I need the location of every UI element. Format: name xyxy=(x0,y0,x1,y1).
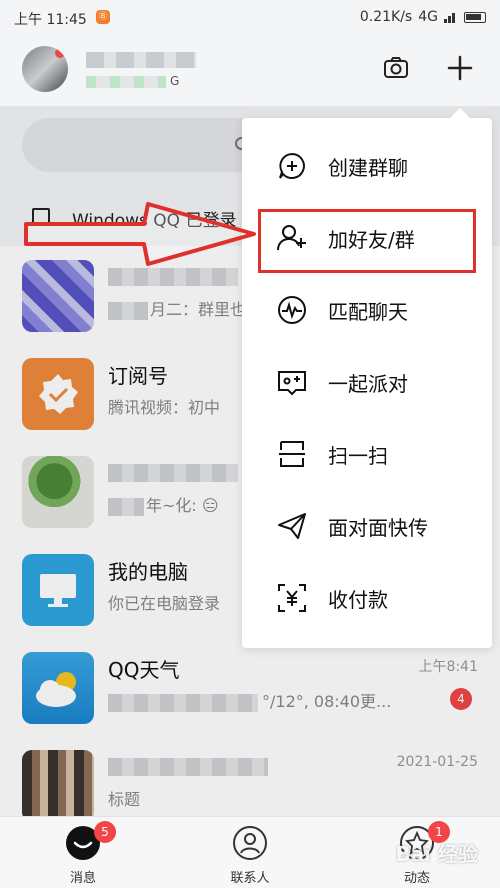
send-icon xyxy=(278,513,306,539)
party-icon xyxy=(278,371,306,396)
tab-label: 联系人 xyxy=(230,871,270,886)
tab-contacts[interactable]: 联系人 xyxy=(195,823,305,886)
plus-icon[interactable] xyxy=(446,54,474,82)
contacts-tab-icon xyxy=(233,826,267,860)
tab-label: 动态 xyxy=(403,871,430,886)
status-time: 上午 11:45 xyxy=(14,12,87,28)
menu-label: 面对面快传 xyxy=(328,516,428,540)
menu-item-create-group[interactable]: 创建群聊 xyxy=(242,130,492,202)
signal-icon xyxy=(444,11,458,23)
tab-messages[interactable]: 5 消息 xyxy=(28,821,138,886)
my-avatar[interactable] xyxy=(22,46,68,92)
match-chat-icon xyxy=(278,296,306,324)
header: G xyxy=(0,34,500,106)
menu-item-payment[interactable]: 收付款 xyxy=(242,562,492,634)
battery-icon xyxy=(464,11,486,23)
menu-item-face-to-face[interactable]: 面对面快传 xyxy=(242,490,492,562)
status-right: 0.21K/s 4G xyxy=(360,9,486,25)
payment-icon xyxy=(278,584,306,612)
status-bar: 上午 11:45 Ⓑ 0.21K/s 4G xyxy=(0,0,500,34)
camera-icon[interactable] xyxy=(382,54,410,82)
watermark: Bai 经验 xyxy=(395,842,478,866)
messages-badge: 5 xyxy=(94,821,116,843)
menu-item-match-chat[interactable]: 匹配聊天 xyxy=(242,274,492,346)
menu-label: 扫一扫 xyxy=(328,444,388,468)
annotation-arrow xyxy=(24,202,256,266)
annotation-highlight-box xyxy=(258,209,476,273)
network-type: 4G xyxy=(418,9,438,25)
menu-label: 一起派对 xyxy=(328,372,408,396)
net-speed: 0.21K/s xyxy=(359,9,413,25)
blurred-nickname xyxy=(86,52,196,68)
status-suffix: G xyxy=(170,74,180,88)
menu-label: 收付款 xyxy=(328,588,388,612)
menu-label: 创建群聊 xyxy=(328,156,408,180)
scan-icon xyxy=(279,441,305,467)
blurred-status xyxy=(86,76,166,88)
menu-item-party[interactable]: 一起派对 xyxy=(242,346,492,418)
tab-label: 消息 xyxy=(69,871,96,886)
online-dot xyxy=(55,48,65,58)
plus-popup-menu: 创建群聊 加好友/群 匹配聊天 一起派对 扫一扫 面对面快传 收付款 xyxy=(242,108,492,648)
menu-label: 匹配聊天 xyxy=(328,300,408,324)
create-group-icon xyxy=(279,152,305,179)
notification-icon: Ⓑ xyxy=(96,10,110,24)
menu-item-scan[interactable]: 扫一扫 xyxy=(242,418,492,490)
